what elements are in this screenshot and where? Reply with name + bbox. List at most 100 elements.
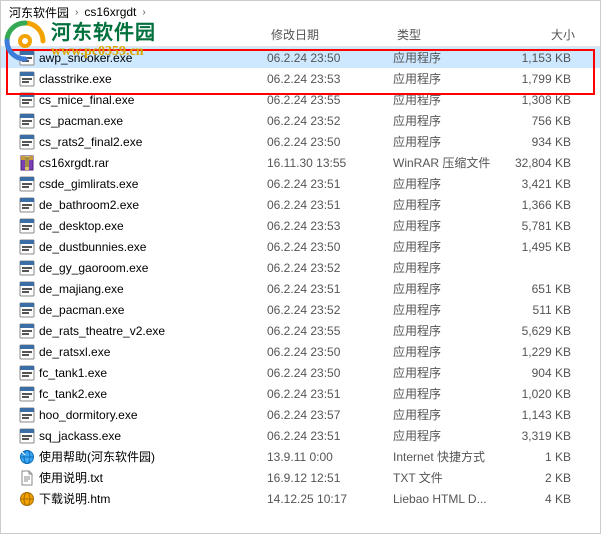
file-date: 06.2.24 23:52	[267, 114, 393, 128]
file-size: 3,421 KB	[509, 177, 579, 191]
file-date: 06.2.24 23:52	[267, 261, 393, 275]
exe-file-icon	[19, 302, 35, 318]
file-date: 06.2.24 23:51	[267, 429, 393, 443]
file-name: de_majiang.exe	[39, 282, 267, 296]
exe-file-icon	[19, 281, 35, 297]
chevron-right-icon: ›	[142, 7, 145, 18]
file-name: 使用帮助(河东软件园)	[39, 448, 267, 465]
file-row[interactable]: cs16xrgdt.rar16.11.30 13:55WinRAR 压缩文件32…	[1, 152, 600, 173]
breadcrumb-part[interactable]: 河东软件园	[9, 4, 69, 21]
file-row[interactable]: 使用说明.txt16.9.12 12:51TXT 文件2 KB	[1, 467, 600, 488]
file-name: cs_rats2_final2.exe	[39, 135, 267, 149]
file-date: 06.2.24 23:51	[267, 177, 393, 191]
file-type: 应用程序	[393, 280, 509, 297]
file-date: 06.2.24 23:50	[267, 51, 393, 65]
file-row[interactable]: de_bathroom2.exe06.2.24 23:51应用程序1,366 K…	[1, 194, 600, 215]
file-type: 应用程序	[393, 91, 509, 108]
file-row[interactable]: cs_pacman.exe06.2.24 23:52应用程序756 KB	[1, 110, 600, 131]
col-header-type[interactable]: 类型	[397, 26, 513, 43]
file-name: 下载说明.htm	[39, 490, 267, 507]
file-row[interactable]: de_dustbunnies.exe06.2.24 23:50应用程序1,495…	[1, 236, 600, 257]
file-row[interactable]: 下载说明.htm14.12.25 10:17Liebao HTML D...4 …	[1, 488, 600, 509]
file-type: 应用程序	[393, 175, 509, 192]
file-type: TXT 文件	[393, 469, 509, 486]
file-type: 应用程序	[393, 70, 509, 87]
file-row[interactable]: de_majiang.exe06.2.24 23:51应用程序651 KB	[1, 278, 600, 299]
file-name: cs_pacman.exe	[39, 114, 267, 128]
file-name: cs_mice_final.exe	[39, 93, 267, 107]
file-type: 应用程序	[393, 322, 509, 339]
file-row[interactable]: de_ratsxl.exe06.2.24 23:50应用程序1,229 KB	[1, 341, 600, 362]
file-row[interactable]: csde_gimlirats.exe06.2.24 23:51应用程序3,421…	[1, 173, 600, 194]
file-size: 1 KB	[509, 450, 579, 464]
exe-file-icon	[19, 197, 35, 213]
exe-file-icon	[19, 176, 35, 192]
file-date: 06.2.24 23:51	[267, 282, 393, 296]
exe-file-icon	[19, 50, 35, 66]
file-row[interactable]: fc_tank2.exe06.2.24 23:51应用程序1,020 KB	[1, 383, 600, 404]
exe-file-icon	[19, 365, 35, 381]
file-name: de_bathroom2.exe	[39, 198, 267, 212]
file-type: 应用程序	[393, 196, 509, 213]
file-row[interactable]: fc_tank1.exe06.2.24 23:50应用程序904 KB	[1, 362, 600, 383]
file-type: 应用程序	[393, 364, 509, 381]
file-name: classtrike.exe	[39, 72, 267, 86]
exe-file-icon	[19, 239, 35, 255]
file-row[interactable]: cs_rats2_final2.exe06.2.24 23:50应用程序934 …	[1, 131, 600, 152]
file-type: 应用程序	[393, 343, 509, 360]
file-date: 14.12.25 10:17	[267, 492, 393, 506]
file-date: 06.2.24 23:51	[267, 387, 393, 401]
exe-file-icon	[19, 218, 35, 234]
file-size: 1,020 KB	[509, 387, 579, 401]
file-row[interactable]: cs_mice_final.exe06.2.24 23:55应用程序1,308 …	[1, 89, 600, 110]
file-row[interactable]: de_pacman.exe06.2.24 23:52应用程序511 KB	[1, 299, 600, 320]
file-row[interactable]: hoo_dormitory.exe06.2.24 23:57应用程序1,143 …	[1, 404, 600, 425]
file-date: 06.2.24 23:50	[267, 240, 393, 254]
exe-file-icon	[19, 386, 35, 402]
exe-file-icon	[19, 260, 35, 276]
breadcrumb-part[interactable]: cs16xrgdt	[84, 5, 136, 19]
file-row[interactable]: 使用帮助(河东软件园)13.9.11 0:00Internet 快捷方式1 KB	[1, 446, 600, 467]
file-type: 应用程序	[393, 238, 509, 255]
file-list: 修改日期 类型 大小 awp_snooker.exe06.2.24 23:50应…	[1, 23, 600, 509]
file-size: 32,804 KB	[509, 156, 579, 170]
file-row[interactable]: classtrike.exe06.2.24 23:53应用程序1,799 KB	[1, 68, 600, 89]
file-name: de_rats_theatre_v2.exe	[39, 324, 267, 338]
file-type: 应用程序	[393, 259, 509, 276]
file-date: 06.2.24 23:51	[267, 198, 393, 212]
file-type: 应用程序	[393, 301, 509, 318]
txt-file-icon	[19, 470, 35, 486]
file-row[interactable]: de_rats_theatre_v2.exe06.2.24 23:55应用程序5…	[1, 320, 600, 341]
file-date: 13.9.11 0:00	[267, 450, 393, 464]
file-size: 1,229 KB	[509, 345, 579, 359]
file-date: 06.2.24 23:55	[267, 324, 393, 338]
file-size: 1,799 KB	[509, 72, 579, 86]
file-row[interactable]: de_gy_gaoroom.exe06.2.24 23:52应用程序	[1, 257, 600, 278]
column-headers: 修改日期 类型 大小	[1, 23, 600, 47]
file-row[interactable]: sq_jackass.exe06.2.24 23:51应用程序3,319 KB	[1, 425, 600, 446]
exe-file-icon	[19, 134, 35, 150]
file-date: 06.2.24 23:53	[267, 219, 393, 233]
file-name: de_pacman.exe	[39, 303, 267, 317]
col-header-size[interactable]: 大小	[513, 26, 583, 43]
file-type: 应用程序	[393, 385, 509, 402]
file-size: 3,319 KB	[509, 429, 579, 443]
breadcrumb[interactable]: 河东软件园 › cs16xrgdt ›	[1, 1, 600, 23]
file-size: 4 KB	[509, 492, 579, 506]
col-header-date[interactable]: 修改日期	[271, 26, 397, 43]
file-date: 06.2.24 23:55	[267, 93, 393, 107]
file-date: 06.2.24 23:57	[267, 408, 393, 422]
exe-file-icon	[19, 92, 35, 108]
file-name: de_ratsxl.exe	[39, 345, 267, 359]
url-file-icon	[19, 449, 35, 465]
file-size: 511 KB	[509, 303, 579, 317]
file-name: awp_snooker.exe	[39, 51, 267, 65]
file-name: de_desktop.exe	[39, 219, 267, 233]
file-row[interactable]: de_desktop.exe06.2.24 23:53应用程序5,781 KB	[1, 215, 600, 236]
file-row[interactable]: awp_snooker.exe06.2.24 23:50应用程序1,153 KB	[1, 47, 600, 68]
file-size: 1,495 KB	[509, 240, 579, 254]
exe-file-icon	[19, 113, 35, 129]
file-type: 应用程序	[393, 406, 509, 423]
file-date: 16.9.12 12:51	[267, 471, 393, 485]
file-type: 应用程序	[393, 217, 509, 234]
